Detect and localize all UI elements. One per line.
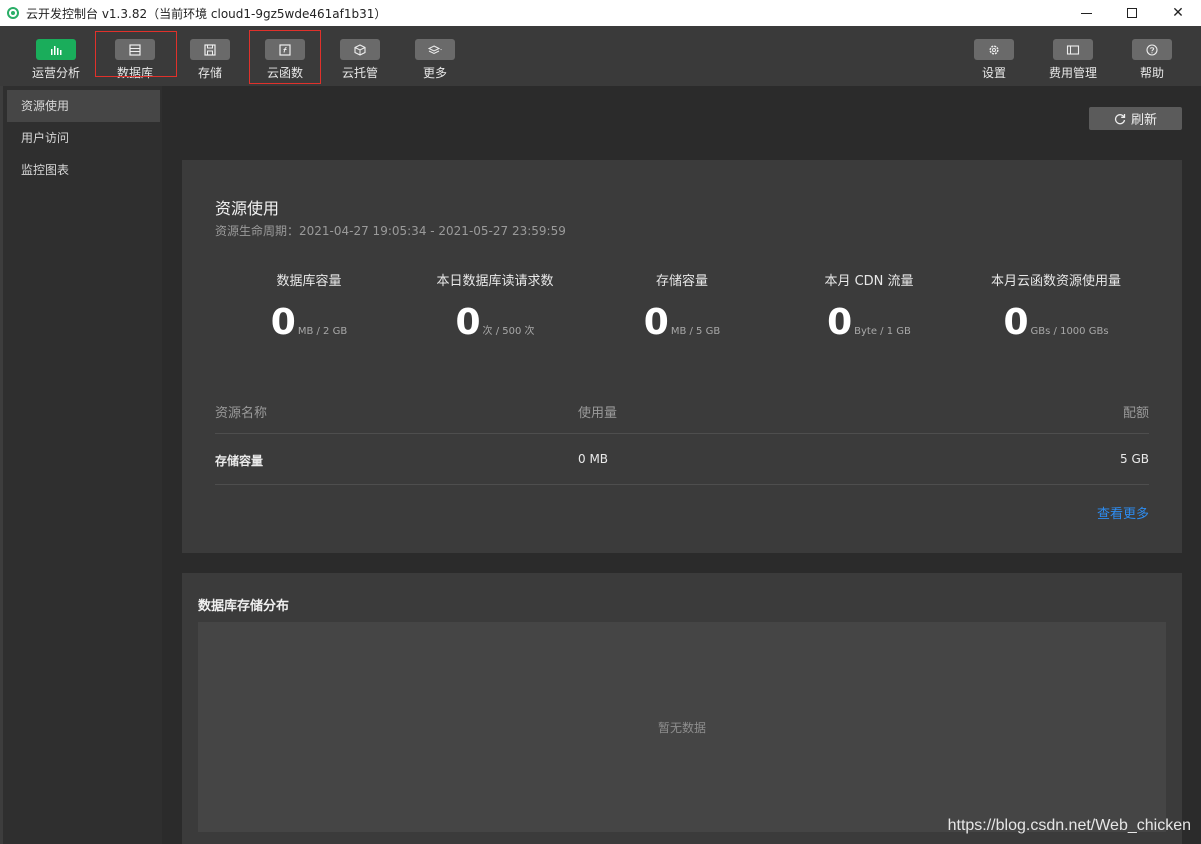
toolbar-cloud-hosting[interactable]: 云托管 — [322, 26, 398, 86]
empty-state-text: 暂无数据 — [657, 720, 706, 735]
db-storage-distribution-card: 数据库存储分布 暂无数据 — [182, 573, 1182, 844]
billing-icon — [1053, 39, 1093, 60]
cell-name: 存储容量 — [215, 454, 264, 468]
card-title: 资源使用 — [215, 199, 280, 218]
view-more-link[interactable]: 查看更多 — [1097, 503, 1149, 522]
sidebar-item-label: 用户访问 — [21, 131, 70, 145]
window-title: 云开发控制台 v1.3.82（当前环境 cloud1-9gz5wde461af1… — [26, 6, 387, 21]
toolbar-label: 帮助 — [1139, 66, 1164, 80]
toolbar-label: 费用管理 — [1048, 66, 1097, 80]
metric-label: 本月 CDN 流量 — [824, 274, 914, 289]
maximize-button[interactable] — [1109, 0, 1155, 26]
toolbar-label: 云托管 — [341, 66, 378, 80]
toolbar-billing[interactable]: 费用管理 — [1035, 26, 1111, 86]
column-header-quota: 配额 — [1122, 406, 1149, 421]
main-toolbar: 运营分析 数据库 存储 云函数 云托管 更多 设置 费用管理 帮助 — [0, 26, 1201, 86]
metric-value: 0 — [643, 302, 669, 343]
table-row: 存储容量 0 MB 5 GB — [215, 434, 1149, 485]
distribution-title: 数据库存储分布 — [198, 599, 290, 614]
toolbar-storage[interactable]: 存储 — [172, 26, 248, 86]
resource-period: 资源生命周期：2021-04-27 19:05:34 - 2021-05-27 … — [215, 224, 566, 238]
minimize-icon — [1080, 12, 1092, 14]
save-icon — [190, 39, 230, 60]
bar-chart-icon — [36, 39, 76, 60]
metric-storage-capacity: 存储容量 0 MB / 5 GB — [587, 270, 777, 343]
sidebar-item-user-access[interactable]: 用户访问 — [7, 122, 160, 154]
toolbar-help[interactable]: 帮助 — [1114, 26, 1190, 86]
metric-label: 存储容量 — [655, 274, 708, 289]
maximize-icon — [1127, 8, 1137, 18]
window-controls: ✕ — [1063, 0, 1201, 26]
close-button[interactable]: ✕ — [1155, 0, 1201, 26]
toolbar-database[interactable]: 数据库 — [97, 26, 173, 86]
resource-usage-card: 资源使用 资源生命周期：2021-04-27 19:05:34 - 2021-0… — [182, 160, 1182, 553]
metric-db-read-requests: 本日数据库读请求数 0次 / 500 次 — [400, 270, 590, 343]
toolbar-cloud-function[interactable]: 云函数 — [247, 26, 323, 86]
watermark: https://blog.csdn.net/Web_chicken — [947, 817, 1191, 834]
function-icon — [265, 39, 305, 60]
database-icon — [115, 39, 155, 60]
metric-database-capacity: 数据库容量 0 MB / 2 GB — [214, 270, 404, 343]
metric-unit: MB / 2 GB — [297, 326, 348, 337]
metric-unit: GBs / 1000 GBs — [1030, 326, 1109, 337]
refresh-label: 刷新 — [1130, 113, 1157, 128]
metric-value: 0 — [270, 302, 296, 343]
metric-unit: Byte / 1 GB — [854, 326, 911, 337]
distribution-chart-area: 暂无数据 — [198, 622, 1166, 832]
sidebar-item-resource-usage[interactable]: 资源使用 — [7, 90, 160, 122]
toolbar-operations-analysis[interactable]: 运营分析 — [18, 26, 94, 86]
toolbar-label: 云函数 — [266, 66, 303, 80]
refresh-icon — [1114, 113, 1126, 124]
metric-unit: MB / 5 GB — [670, 326, 721, 337]
sidebar-item-label: 资源使用 — [21, 99, 70, 113]
help-icon — [1132, 39, 1172, 60]
metric-label: 本日数据库读请求数 — [436, 274, 554, 289]
toolbar-label: 更多 — [422, 66, 447, 80]
minimize-button[interactable] — [1063, 0, 1109, 26]
cell-usage: 0 MB — [578, 452, 609, 466]
toolbar-label: 运营分析 — [31, 66, 80, 80]
title-bar: 云开发控制台 v1.3.82（当前环境 cloud1-9gz5wde461af1… — [0, 0, 1201, 26]
sidebar: 资源使用 用户访问 监控图表 — [0, 86, 162, 844]
column-header-name: 资源名称 — [215, 406, 268, 421]
toolbar-more[interactable]: 更多 — [397, 26, 473, 86]
app-logo-icon — [7, 7, 19, 19]
metric-function-usage: 本月云函数资源使用量 0 GBs / 1000 GBs — [961, 270, 1151, 343]
metric-value: 0 — [1003, 302, 1029, 343]
metric-value: 0 — [827, 302, 853, 343]
close-icon: ✕ — [1172, 5, 1184, 21]
metric-unit: 次 / 500 次 — [482, 326, 535, 337]
toolbar-label: 设置 — [981, 66, 1006, 80]
main-content: 刷新 资源使用 资源生命周期：2021-04-27 19:05:34 - 202… — [162, 86, 1201, 844]
toolbar-settings[interactable]: 设置 — [956, 26, 1032, 86]
gear-icon — [974, 39, 1014, 60]
toolbar-label: 数据库 — [116, 66, 153, 80]
toolbar-label: 存储 — [197, 66, 222, 80]
metric-label: 本月云函数资源使用量 — [990, 274, 1121, 289]
table-header: 资源名称 使用量 配额 — [215, 390, 1149, 434]
cell-quota: 5 GB — [1120, 452, 1149, 466]
cube-icon — [340, 39, 380, 60]
layers-icon — [415, 39, 455, 60]
column-header-usage: 使用量 — [578, 406, 618, 421]
resource-table: 资源名称 使用量 配额 存储容量 0 MB 5 GB — [215, 390, 1149, 485]
metric-cdn-traffic: 本月 CDN 流量 0 Byte / 1 GB — [774, 270, 964, 343]
metric-value: 0 — [455, 302, 481, 343]
sidebar-item-label: 监控图表 — [21, 163, 70, 177]
sidebar-item-monitoring-charts[interactable]: 监控图表 — [7, 154, 160, 186]
metric-label: 数据库容量 — [276, 274, 342, 289]
refresh-button[interactable]: 刷新 — [1089, 107, 1182, 130]
